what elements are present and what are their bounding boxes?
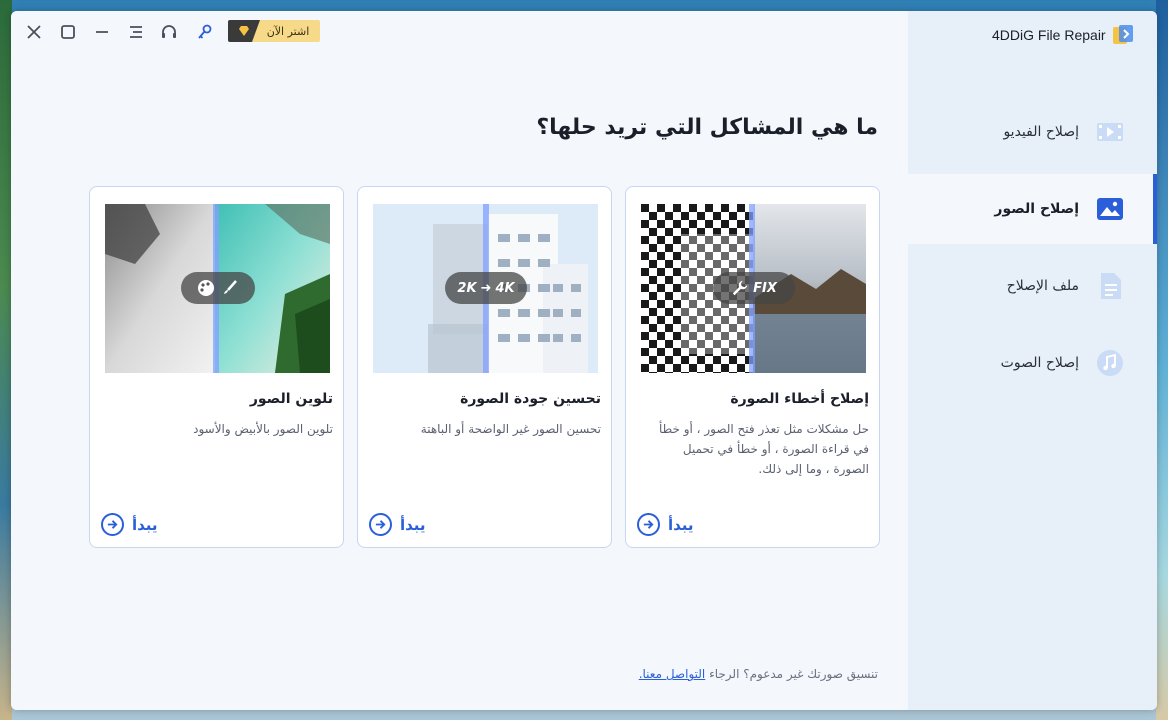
key-icon — [198, 24, 212, 39]
brush-icon — [224, 280, 237, 294]
fix-label: FIX — [753, 280, 777, 296]
card-title: تحسين جودة الصورة — [460, 391, 601, 407]
close-icon — [27, 25, 41, 39]
enhance-thumbnail: 2K ➜ 4K — [373, 204, 598, 373]
palette-icon — [198, 280, 214, 296]
headset-icon — [162, 25, 176, 38]
card-description: حل مشكلات مثل تعذر فتح الصور ، أو خطأ في… — [658, 422, 869, 476]
card-enhance[interactable]: 2K ➜ 4K تحسين جودة الصورة تحسين الصور غي… — [357, 186, 612, 548]
sidebar-item-label: إصلاح الصور — [994, 201, 1079, 217]
app-logo-icon — [1112, 24, 1134, 46]
audio-icon — [1095, 348, 1125, 378]
start-label: يبدأ — [132, 515, 158, 534]
maximize-button[interactable] — [56, 21, 80, 43]
menu-button[interactable] — [124, 21, 148, 43]
close-button[interactable] — [22, 21, 46, 43]
card-colorize[interactable]: تلوين الصور تلوين الصور بالأبيض والأسود … — [89, 186, 344, 548]
sidebar-item-label: إصلاح الصوت — [1000, 355, 1079, 371]
sidebar: 4DDiG File Repair إصلاح الفيديو إصلاح ال… — [908, 11, 1157, 710]
start-label: يبدأ — [400, 515, 426, 534]
start-button[interactable]: يبدأ — [637, 513, 694, 536]
resolution-to: 4K — [495, 280, 515, 296]
repair-thumbnail: FIX — [641, 204, 866, 373]
start-label: يبدأ — [668, 515, 694, 534]
file-icon — [1095, 271, 1125, 301]
buy-now-button[interactable]: اشتر الآن — [228, 20, 320, 42]
video-icon — [1095, 117, 1125, 147]
app-window: اشتر الآن ما هي المشاكل التي تريد حلها؟ — [11, 11, 1157, 710]
sidebar-item-video-repair[interactable]: إصلاح الفيديو — [908, 97, 1157, 167]
app-title: 4DDiG File Repair — [992, 27, 1106, 43]
sidebar-item-label: ملف الإصلاح — [1006, 278, 1079, 294]
minimize-icon — [96, 31, 108, 33]
card-title: إصلاح أخطاء الصورة — [730, 391, 869, 407]
sidebar-item-file-repair[interactable]: ملف الإصلاح — [908, 251, 1157, 321]
arrow-right-icon — [101, 513, 124, 536]
main-panel: اشتر الآن ما هي المشاكل التي تريد حلها؟ — [11, 11, 908, 710]
support-button[interactable] — [157, 21, 181, 43]
card-description: تلوين الصور بالأبيض والأسود — [193, 422, 333, 436]
page-title: ما هي المشاكل التي تريد حلها؟ — [536, 115, 878, 140]
maximize-icon — [61, 25, 75, 39]
arrow-right-icon — [369, 513, 392, 536]
colorize-thumbnail — [105, 204, 330, 373]
license-key-button[interactable] — [193, 21, 217, 43]
unsupported-format-note: تنسيق صورتك غير مدعوم؟ الرجاء التواصل مع… — [639, 667, 878, 681]
card-repair-errors[interactable]: FIX إصلاح أخطاء الصورة حل مشكلات مثل تعذ… — [625, 186, 880, 548]
photo-icon — [1095, 194, 1125, 224]
sidebar-item-audio-repair[interactable]: إصلاح الصوت — [908, 328, 1157, 398]
fix-badge: FIX — [713, 272, 795, 304]
card-title: تلوين الصور — [249, 391, 333, 407]
arrow-right-icon: ➜ — [480, 280, 492, 296]
footer-text: تنسيق صورتك غير مدعوم؟ الرجاء — [709, 667, 878, 681]
gem-icon — [228, 20, 260, 42]
start-button[interactable]: يبدأ — [369, 513, 426, 536]
app-header: 4DDiG File Repair — [992, 24, 1134, 46]
contact-us-link[interactable]: التواصل معنا. — [639, 667, 706, 681]
buy-now-label: اشتر الآن — [266, 24, 310, 38]
colorize-badge — [181, 272, 255, 304]
minimize-button[interactable] — [90, 21, 114, 43]
arrow-right-icon — [637, 513, 660, 536]
sidebar-item-photo-repair[interactable]: إصلاح الصور — [908, 174, 1157, 244]
card-description: تحسين الصور غير الواضحة أو الباهتة — [420, 422, 601, 436]
resolution-badge: 2K ➜ 4K — [445, 272, 527, 304]
menu-icon — [130, 26, 142, 38]
wrench-icon — [732, 280, 748, 296]
desktop-background-right — [1156, 0, 1168, 720]
sidebar-item-label: إصلاح الفيديو — [1003, 124, 1079, 140]
resolution-from: 2K — [457, 280, 477, 296]
start-button[interactable]: يبدأ — [101, 513, 158, 536]
